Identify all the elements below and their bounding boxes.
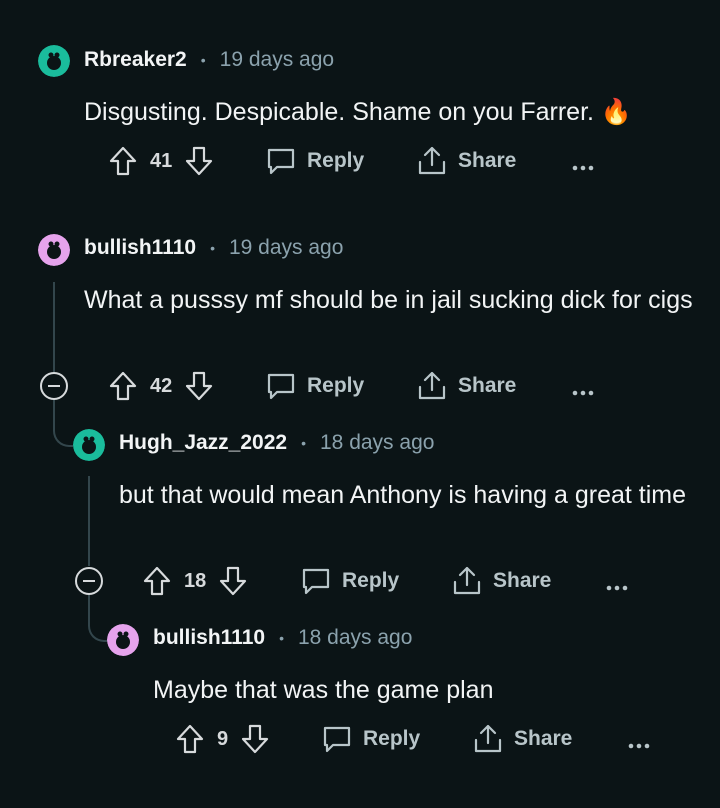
thread-line [53, 282, 55, 372]
more-icon[interactable] [572, 383, 594, 401]
separator: • [279, 630, 284, 646]
reply-label: Reply [307, 149, 365, 172]
collapse-icon[interactable] [40, 372, 68, 400]
thread-branch [88, 595, 108, 642]
collapse-icon[interactable] [75, 567, 103, 595]
reply-button[interactable]: Reply [265, 371, 364, 401]
reply-button[interactable]: Reply [265, 146, 364, 176]
username[interactable]: Rbreaker2 [84, 48, 187, 72]
vote-bar: 41 [108, 145, 214, 177]
avatar[interactable] [73, 429, 105, 461]
timestamp: 19 days ago [228, 236, 344, 259]
share-button[interactable]: Share [451, 565, 551, 597]
vote-bar: 18 [142, 565, 248, 597]
comment-text: Disgusting. Despicable. Shame on you Far… [84, 98, 633, 126]
share-label: Share [514, 727, 573, 750]
comment-text: but that would mean Anthony is having a … [119, 481, 687, 509]
vote-bar: 42 [108, 370, 214, 402]
comment-text: What a pusssy mf should be in jail sucki… [84, 286, 693, 314]
separator: • [301, 435, 306, 451]
reply-icon [265, 371, 297, 401]
comment-text: Maybe that was the game plan [153, 676, 494, 704]
reply-label: Reply [342, 569, 400, 592]
thread-branch [53, 400, 73, 447]
timestamp: 19 days ago [219, 48, 335, 71]
vote-count: 9 [217, 727, 229, 750]
upvote-icon[interactable] [108, 145, 138, 177]
share-label: Share [458, 149, 517, 172]
more-icon[interactable] [572, 158, 594, 176]
vote-bar: 9 [175, 723, 270, 755]
timestamp: 18 days ago [297, 626, 413, 649]
more-icon[interactable] [628, 736, 650, 754]
reply-button[interactable]: Reply [300, 566, 399, 596]
share-button[interactable]: Share [472, 723, 572, 755]
reply-icon [265, 146, 297, 176]
more-icon[interactable] [606, 578, 628, 596]
downvote-icon[interactable] [218, 565, 248, 597]
upvote-icon[interactable] [142, 565, 172, 597]
upvote-icon[interactable] [108, 370, 138, 402]
upvote-icon[interactable] [175, 723, 205, 755]
share-label: Share [493, 569, 552, 592]
share-button[interactable]: Share [416, 145, 516, 177]
reply-label: Reply [307, 374, 365, 397]
vote-count: 18 [184, 569, 207, 592]
share-icon [472, 723, 504, 755]
avatar[interactable] [38, 234, 70, 266]
avatar[interactable] [38, 45, 70, 77]
username[interactable]: Hugh_Jazz_2022 [119, 431, 287, 455]
downvote-icon[interactable] [184, 370, 214, 402]
timestamp: 18 days ago [320, 431, 435, 454]
avatar[interactable] [107, 624, 139, 656]
share-icon [416, 145, 448, 177]
vote-count: 41 [150, 149, 173, 172]
share-icon [416, 370, 448, 402]
reply-icon [321, 724, 353, 754]
share-button[interactable]: Share [416, 370, 516, 402]
share-label: Share [458, 374, 517, 397]
downvote-icon[interactable] [184, 145, 214, 177]
reply-icon [300, 566, 332, 596]
downvote-icon[interactable] [240, 723, 270, 755]
thread-line [88, 476, 90, 566]
vote-count: 42 [150, 374, 173, 397]
reply-label: Reply [363, 727, 421, 750]
separator: • [210, 240, 215, 256]
share-icon [451, 565, 483, 597]
username[interactable]: bullish1110 [153, 626, 265, 650]
reply-button[interactable]: Reply [321, 724, 420, 754]
separator: • [200, 52, 206, 68]
username[interactable]: bullish1110 [84, 236, 196, 260]
